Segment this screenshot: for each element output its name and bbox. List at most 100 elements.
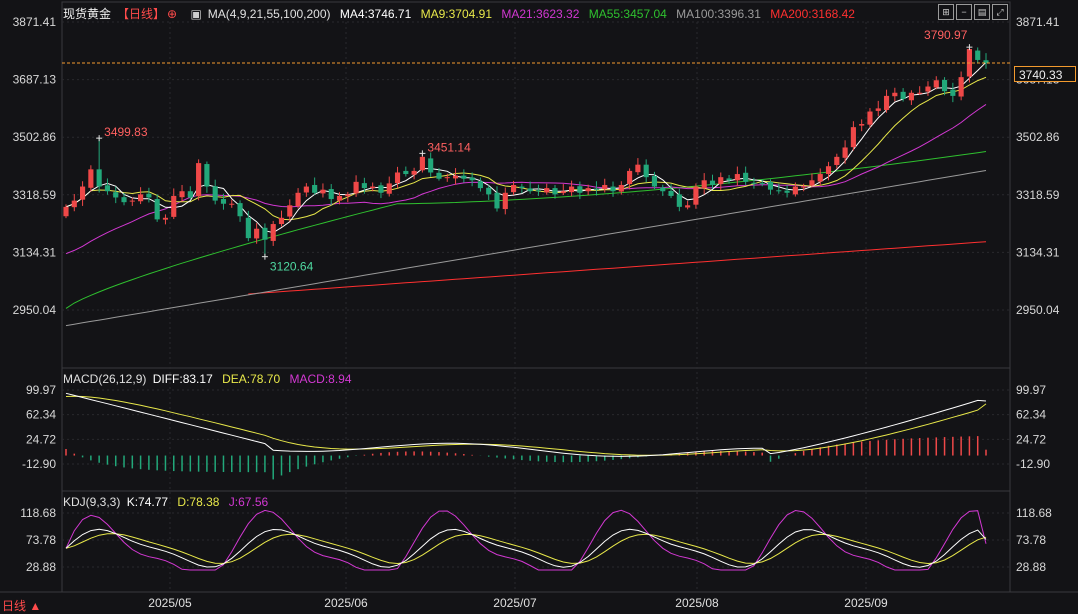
candle-body bbox=[361, 183, 367, 189]
candle-body bbox=[718, 177, 724, 185]
candle-body bbox=[593, 188, 600, 190]
annotation-label: 3499.83 bbox=[104, 125, 148, 139]
candle-body bbox=[801, 186, 807, 188]
candle-body bbox=[88, 169, 94, 188]
price-tick-left: 2950.04 bbox=[13, 303, 57, 317]
price-tick-right: 3318.59 bbox=[1016, 188, 1060, 202]
candle-body bbox=[627, 170, 633, 185]
candle-body bbox=[950, 89, 956, 96]
period-toggle[interactable]: 日线 ▲ bbox=[2, 597, 41, 614]
candle-body bbox=[668, 190, 674, 196]
macd-dea: DEA:78.70 bbox=[222, 372, 281, 386]
price-tick-left: 3687.13 bbox=[13, 73, 57, 87]
date-tick-label: 2025/07 bbox=[493, 596, 537, 610]
macd-tick-right: 99.97 bbox=[1016, 383, 1046, 397]
candle-body bbox=[154, 199, 160, 220]
target-icon[interactable]: ⊕ bbox=[167, 7, 177, 21]
kdj-legend: KDJ(9,3,3) K:74.77 D:78.38 J:67.56 bbox=[63, 495, 274, 509]
candle-body bbox=[220, 199, 227, 204]
candle-body bbox=[892, 92, 898, 97]
ma200-value: MA200:3168.42 bbox=[770, 7, 855, 21]
candle-body bbox=[908, 92, 914, 101]
candle-body bbox=[610, 186, 616, 192]
layout-icon[interactable]: ⊞ bbox=[938, 4, 954, 20]
ma100-line bbox=[65, 170, 987, 327]
macd-tick-left: 99.97 bbox=[26, 383, 56, 397]
candle-body bbox=[196, 163, 202, 197]
kdj-d-line bbox=[65, 533, 987, 565]
ma4-line bbox=[65, 61, 987, 234]
candle-body bbox=[660, 187, 666, 192]
candle-body bbox=[452, 175, 459, 179]
candle-body bbox=[370, 186, 376, 189]
kdj-j: J:67.56 bbox=[228, 495, 269, 509]
candle-body bbox=[776, 190, 782, 192]
candle-body bbox=[685, 205, 691, 208]
candle-body bbox=[104, 185, 111, 192]
kdj-tick-left: 73.78 bbox=[26, 533, 56, 547]
macd-legend: MACD(26,12,9) DIFF:83.17 DEA:78.70 MACD:… bbox=[63, 372, 358, 386]
candle-body bbox=[510, 184, 517, 193]
candle-body bbox=[320, 189, 326, 194]
candle-body bbox=[278, 217, 285, 225]
candle-body bbox=[817, 174, 823, 182]
kdj-tick-right: 73.78 bbox=[1016, 533, 1046, 547]
candle-body bbox=[734, 174, 740, 181]
candle-body bbox=[933, 80, 939, 88]
candle-body bbox=[809, 180, 815, 186]
candle-body bbox=[502, 192, 508, 210]
candle-body bbox=[759, 183, 765, 185]
candle-body bbox=[262, 227, 268, 240]
candle-body bbox=[461, 175, 467, 179]
candle-body bbox=[552, 188, 558, 195]
macd-tick-right: 24.72 bbox=[1016, 432, 1046, 446]
candle-body bbox=[229, 203, 235, 205]
candle-body bbox=[602, 184, 608, 190]
candle-body bbox=[477, 181, 483, 189]
candle-body bbox=[254, 228, 260, 239]
candle-body bbox=[237, 203, 243, 217]
price-tick-left: 3502.86 bbox=[13, 130, 57, 144]
panel-icon[interactable]: ▤ bbox=[974, 4, 990, 20]
candle-body bbox=[469, 177, 475, 181]
candle-body bbox=[676, 194, 682, 207]
ma9-value: MA9:3704.91 bbox=[420, 7, 492, 21]
candle-body bbox=[975, 50, 981, 60]
candle-body bbox=[212, 186, 218, 201]
minus-icon[interactable]: − bbox=[956, 4, 972, 20]
candle-body bbox=[751, 182, 757, 184]
candle-body bbox=[519, 186, 525, 189]
candle-body bbox=[270, 224, 276, 241]
candle-body bbox=[428, 158, 434, 173]
candle-body bbox=[825, 166, 832, 175]
expand-icon[interactable]: ⤢ bbox=[992, 4, 1008, 20]
ma-settings-icon[interactable]: ▣ bbox=[190, 7, 201, 21]
candle-body bbox=[303, 186, 309, 193]
candle-body bbox=[925, 86, 931, 92]
candle-body bbox=[917, 92, 923, 94]
candle-body bbox=[386, 183, 392, 194]
candle-body bbox=[535, 190, 542, 192]
candle-body bbox=[859, 124, 865, 126]
candle-body bbox=[784, 190, 790, 193]
candle-body bbox=[295, 192, 301, 207]
candle-body bbox=[187, 191, 193, 198]
kdj-k: K:74.77 bbox=[126, 495, 169, 509]
ma9-line bbox=[65, 76, 987, 221]
candle-body bbox=[146, 193, 152, 198]
candle-body bbox=[312, 184, 318, 193]
candle-body bbox=[643, 164, 649, 178]
candle-body bbox=[336, 195, 343, 201]
period-selector[interactable]: 【日线】 bbox=[117, 7, 165, 21]
price-tick-left: 3134.31 bbox=[13, 245, 57, 259]
candle-body bbox=[403, 170, 409, 175]
candle-body bbox=[850, 127, 856, 148]
price-tick-right: 3871.41 bbox=[1016, 15, 1060, 29]
macd-tick-left: 62.34 bbox=[26, 408, 56, 422]
candle-body bbox=[560, 191, 566, 194]
macd-tick-left: -12.90 bbox=[22, 457, 56, 471]
candle-body bbox=[544, 188, 550, 193]
candle-body bbox=[378, 185, 384, 193]
candle-body bbox=[71, 200, 77, 208]
price-tick-right: 3134.31 bbox=[1016, 245, 1060, 259]
